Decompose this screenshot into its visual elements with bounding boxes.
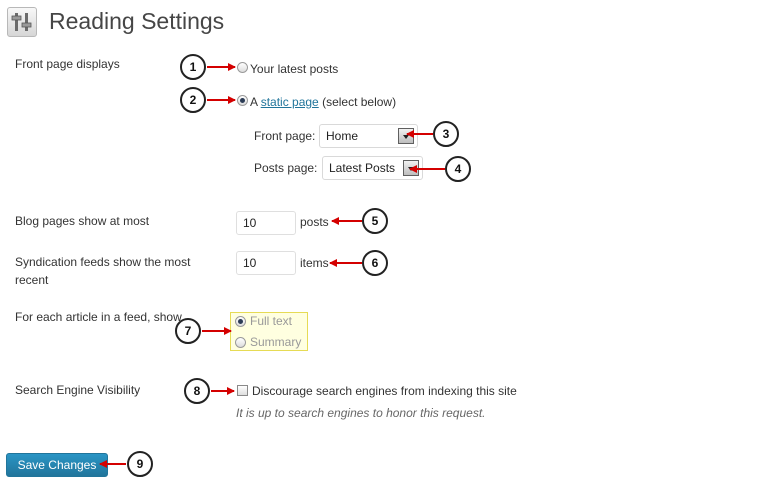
callout-8: 8 bbox=[184, 378, 210, 404]
callout-1: 1 bbox=[180, 54, 206, 80]
callout-2: 2 bbox=[180, 87, 206, 113]
callout-6: 6 bbox=[362, 250, 388, 276]
callout-3: 3 bbox=[433, 121, 459, 147]
callout-5: 5 bbox=[362, 208, 388, 234]
callout-arrows bbox=[99, 63, 445, 468]
callout-4: 4 bbox=[445, 156, 471, 182]
callout-9: 9 bbox=[127, 451, 153, 477]
callout-7: 7 bbox=[175, 318, 201, 344]
